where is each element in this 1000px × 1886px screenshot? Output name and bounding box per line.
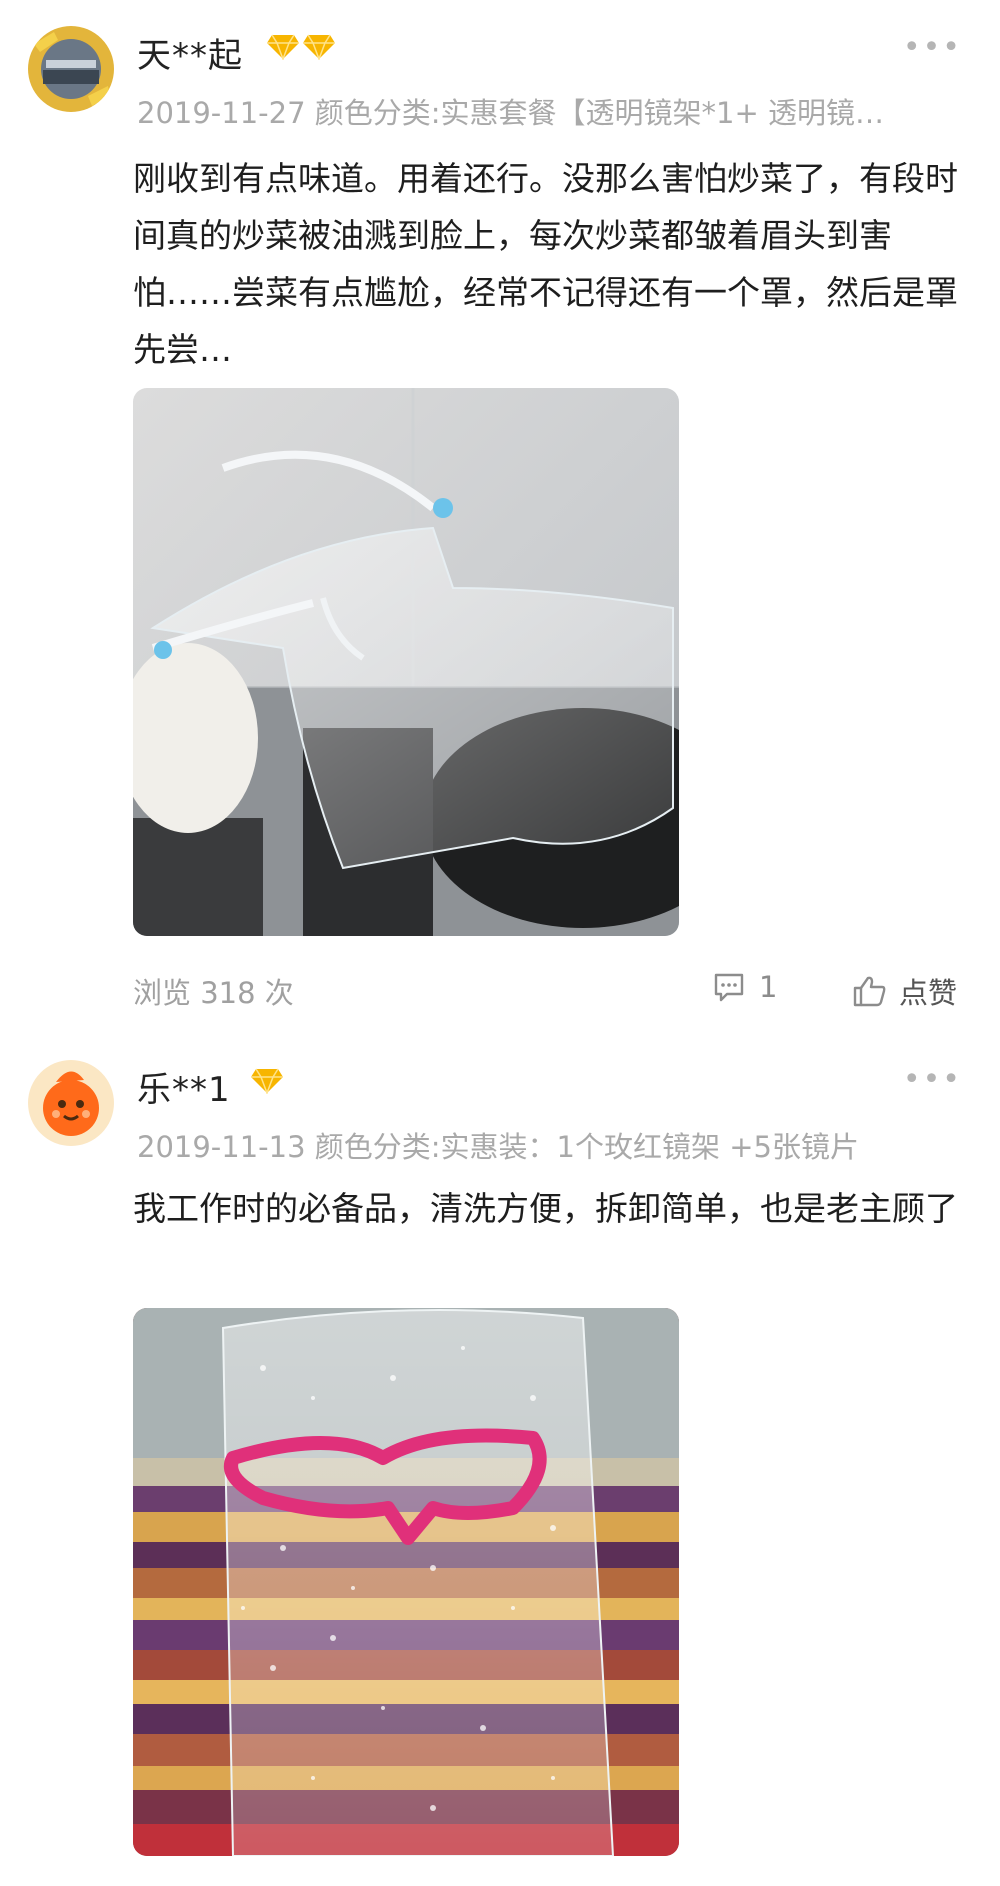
comment-count: 1	[759, 970, 778, 1004]
diamond-icon	[267, 34, 299, 60]
avatar[interactable]	[28, 1060, 114, 1146]
view-count: 浏览 318 次	[133, 976, 294, 1010]
review-photo[interactable]	[133, 388, 679, 936]
review-card: 天**起 ••• 2019-11-27 颜色分类:实惠套餐【透明镜架*1+ 透明…	[0, 0, 1000, 1040]
review-photo[interactable]	[133, 1308, 679, 1856]
member-badges	[266, 34, 336, 60]
comment-icon	[714, 973, 744, 1002]
member-badges	[250, 1068, 284, 1094]
more-options-button[interactable]: •••	[903, 1062, 962, 1097]
username[interactable]: 乐**1	[137, 1062, 231, 1111]
more-options-button[interactable]: •••	[903, 30, 962, 65]
review-meta: 2019-11-13 颜色分类:实惠装：1个玫红镜架 +5张镜片	[137, 1130, 859, 1164]
avatar[interactable]	[28, 26, 114, 112]
thumbs-up-icon	[853, 976, 886, 1007]
review-meta: 2019-11-27 颜色分类:实惠套餐【透明镜架*1+ 透明镜…	[137, 96, 884, 130]
comment-button[interactable]: 1	[713, 970, 777, 1004]
like-label: 点赞	[899, 976, 958, 1010]
like-button[interactable]: 点赞	[853, 970, 957, 1012]
review-text: 我工作时的必备品，清洗方便，拆卸简单，也是老主顾了	[133, 1189, 958, 1228]
review-text: 刚收到有点味道。用着还行。没那么害怕炒菜了，有段时间真的炒菜被油溅到脸上，每次炒…	[133, 159, 958, 369]
username[interactable]: 天**起	[137, 28, 243, 77]
diamond-icon	[251, 1068, 283, 1094]
diamond-icon	[303, 34, 335, 60]
review-card: 乐**1 ••• 2019-11-13 颜色分类:实惠装：1个玫红镜架 +5张镜…	[0, 1040, 1000, 1886]
